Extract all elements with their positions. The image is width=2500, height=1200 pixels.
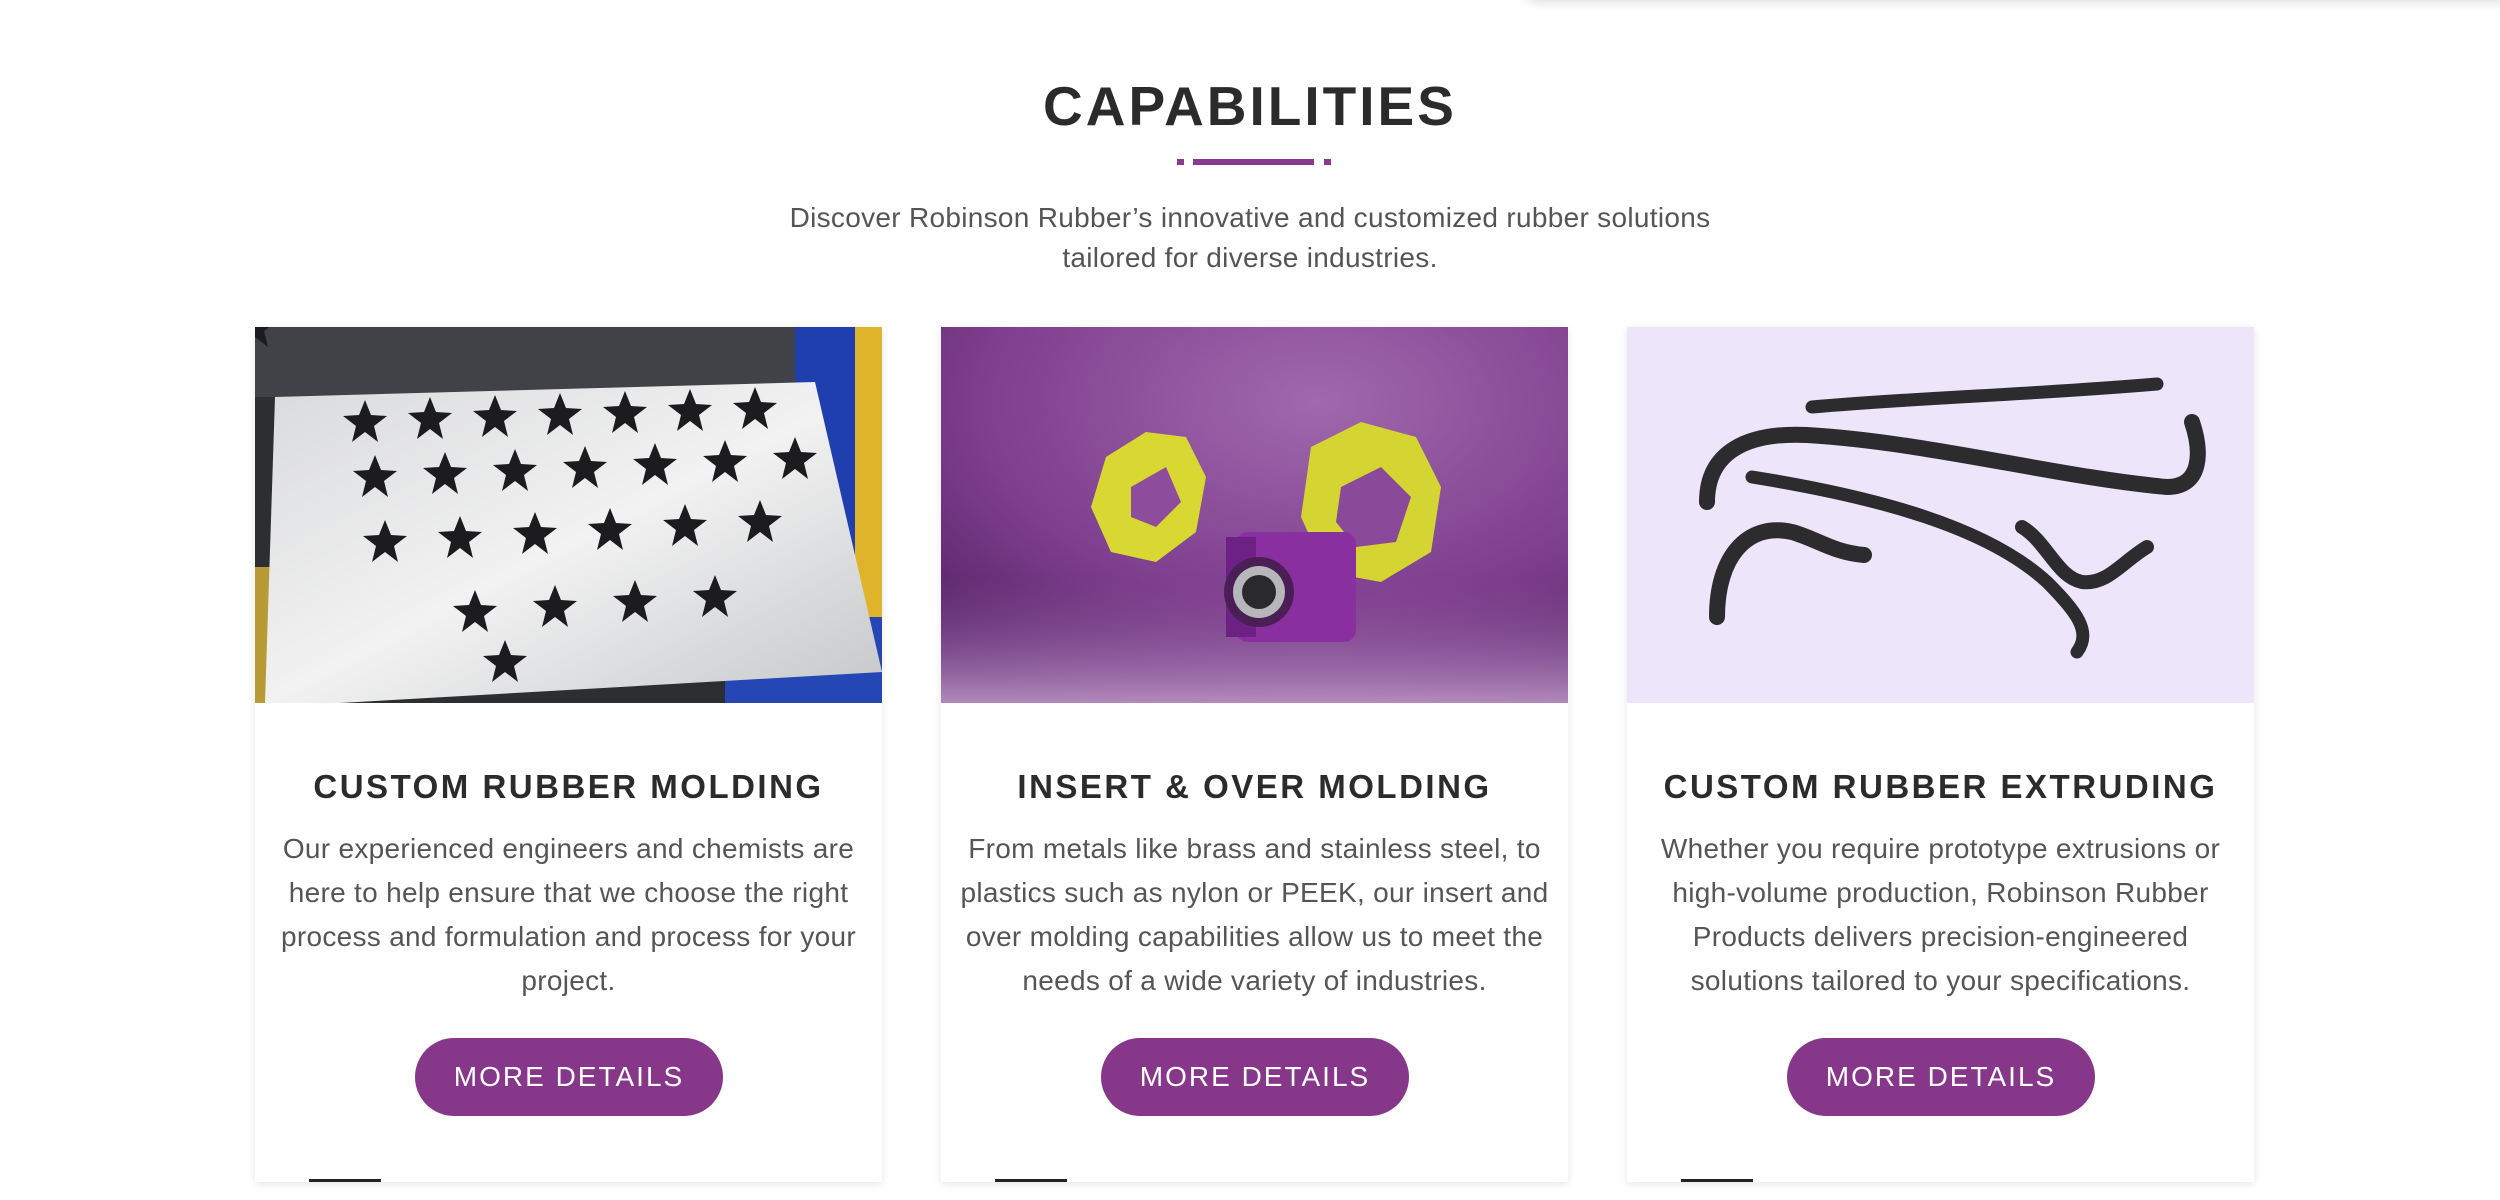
card-accent-line: [995, 1179, 1067, 1182]
insert-molded-parts-image: [941, 327, 1568, 703]
title-divider-line: [1193, 159, 1314, 165]
card-title: CUSTOM RUBBER EXTRUDING: [1663, 768, 2218, 805]
section-title: CAPABILITIES: [1043, 75, 1457, 137]
title-divider-dot-left: [1177, 159, 1184, 165]
more-details-button[interactable]: MORE DETAILS: [1787, 1038, 2095, 1116]
molded-rubber-parts-tray-image: [255, 327, 882, 703]
more-details-button[interactable]: MORE DETAILS: [1101, 1038, 1409, 1116]
section-subtitle: Discover Robinson Rubber’s innovative an…: [789, 202, 1711, 273]
card-title: INSERT & OVER MOLDING: [1017, 768, 1492, 805]
card-description: Our experienced engineers and chemists a…: [280, 833, 857, 996]
card-accent-line: [1681, 1179, 1753, 1182]
title-divider-dot-right: [1324, 159, 1331, 165]
capability-card-insert-molding: INSERT & OVER MOLDING From metals like b…: [941, 327, 1568, 1182]
capability-card-extruding: CUSTOM RUBBER EXTRUDING Whether you requ…: [1627, 327, 2254, 1182]
more-details-button[interactable]: MORE DETAILS: [415, 1038, 723, 1116]
capability-card-molding: CUSTOM RUBBER MOLDING Our experienced en…: [255, 327, 882, 1182]
card-description: Whether you require prototype extrusions…: [1660, 833, 2221, 996]
extruded-rubber-hoses-image: [1627, 327, 2254, 703]
card-accent-line: [309, 1179, 381, 1182]
card-description: From metals like brass and stainless ste…: [960, 833, 1549, 996]
card-title: CUSTOM RUBBER MOLDING: [313, 768, 824, 805]
